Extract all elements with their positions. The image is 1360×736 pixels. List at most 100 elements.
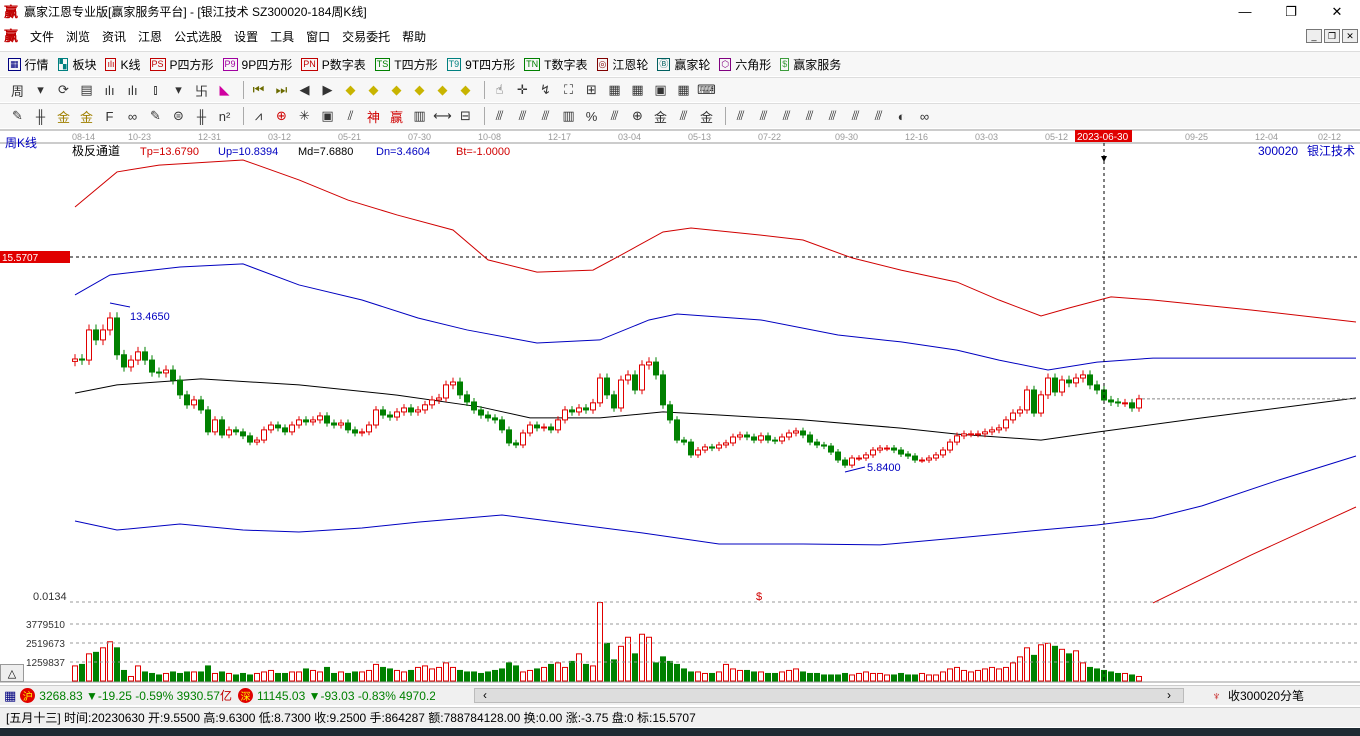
toolbar-button-11[interactable]: ⬡ 六角形 bbox=[719, 56, 771, 73]
toolbar3-icon-19[interactable]: ⊟ bbox=[456, 107, 475, 126]
toolbar-button-3[interactable]: PS P四方形 bbox=[149, 56, 214, 73]
toolbar2-icon-22[interactable]: ↯ bbox=[536, 81, 555, 100]
toolbar-button-0[interactable]: ▦ 行情 bbox=[8, 56, 49, 73]
menu-item-9[interactable]: 帮助 bbox=[396, 28, 432, 45]
toolbar3-icon-31[interactable]: ⫻ bbox=[754, 107, 773, 126]
sz-index-value[interactable]: 11145.03 ▼-93.03 -0.83% 4970.20 bbox=[257, 689, 435, 703]
toolbar3-icon-0[interactable]: ✎ bbox=[8, 107, 27, 126]
toolbar3-icon-21[interactable]: ⫻ bbox=[513, 107, 532, 126]
toolbar2-icon-7[interactable]: ▾ bbox=[169, 81, 188, 100]
toolbar3-icon-32[interactable]: ⫻ bbox=[777, 107, 796, 126]
collapse-panel-button[interactable]: △ bbox=[0, 664, 24, 682]
toolbar-button-10[interactable]: Ⓑ 赢家轮 bbox=[657, 56, 710, 73]
toolbar-button-6[interactable]: TS T四方形 bbox=[374, 56, 438, 73]
toolbar3-icon-34[interactable]: ⫻ bbox=[823, 107, 842, 126]
sh-index-value[interactable]: 3268.83 ▼-19.25 -0.59% 3930.57 bbox=[39, 689, 220, 703]
toolbar3-icon-29[interactable]: 金 bbox=[697, 107, 716, 126]
toolbar3-icon-37[interactable]: ◐ bbox=[892, 107, 911, 126]
menu-item-6[interactable]: 工具 bbox=[264, 28, 300, 45]
toolbar2-icon-12[interactable]: ◀ bbox=[295, 81, 314, 100]
toolbar3-icon-22[interactable]: ⫻ bbox=[536, 107, 555, 126]
toolbar2-icon-17[interactable]: ◆ bbox=[410, 81, 429, 100]
maximize-button[interactable]: ❐ bbox=[1268, 0, 1314, 23]
scroll-left-button[interactable]: ‹ bbox=[483, 688, 487, 702]
toolbar3-icon-30[interactable]: ⫻ bbox=[731, 107, 750, 126]
menu-item-7[interactable]: 窗口 bbox=[300, 28, 336, 45]
toolbar-button-8[interactable]: TN T数字表 bbox=[524, 56, 588, 73]
toolbar3-icon-36[interactable]: ⫻ bbox=[869, 107, 888, 126]
toolbar-button-2[interactable]: ılı K线 bbox=[105, 56, 141, 73]
toolbar3-icon-11[interactable]: ⊕ bbox=[272, 107, 291, 126]
toolbar3-icon-6[interactable]: ✎ bbox=[146, 107, 165, 126]
toolbar2-icon-25[interactable]: ▦ bbox=[605, 81, 624, 100]
toolbar3-icon-26[interactable]: ⊕ bbox=[628, 107, 647, 126]
toolbar2-icon-18[interactable]: ◆ bbox=[433, 81, 452, 100]
mdi-restore-button[interactable]: ❐ bbox=[1324, 29, 1340, 43]
toolbar3-icon-3[interactable]: 金 bbox=[77, 107, 96, 126]
toolbar2-icon-4[interactable]: ılı bbox=[100, 81, 119, 100]
toolbar3-icon-5[interactable]: ∞ bbox=[123, 107, 142, 126]
toolbar-button-9[interactable]: ◎ 江恩轮 bbox=[596, 56, 648, 73]
tick-data-label[interactable]: 收300020分笔 bbox=[1228, 687, 1304, 704]
toolbar3-icon-4[interactable]: F bbox=[100, 107, 119, 126]
toolbar2-icon-6[interactable]: ⫾ bbox=[146, 81, 165, 100]
toolbar3-icon-18[interactable]: ⟷ bbox=[433, 107, 452, 126]
toolbar3-icon-28[interactable]: ⫻ bbox=[674, 107, 693, 126]
toolbar3-icon-7[interactable]: ⊜ bbox=[169, 107, 188, 126]
toolbar-button-12[interactable]: $ 赢家服务 bbox=[780, 56, 841, 73]
toolbar3-icon-9[interactable]: n² bbox=[215, 107, 234, 126]
toolbar2-icon-11[interactable]: ⏭ bbox=[272, 81, 291, 100]
scroll-right-button[interactable]: › bbox=[1167, 688, 1171, 702]
toolbar3-icon-15[interactable]: 神 bbox=[364, 107, 383, 126]
toolbar3-icon-27[interactable]: 金 bbox=[651, 107, 670, 126]
toolbar3-icon-20[interactable]: ⫻ bbox=[490, 107, 509, 126]
toolbar2-icon-10[interactable]: ⏮ bbox=[249, 81, 268, 100]
toolbar2-icon-15[interactable]: ◆ bbox=[364, 81, 383, 100]
toolbar2-icon-8[interactable]: 卐 bbox=[192, 81, 211, 100]
mdi-close-button[interactable]: ✕ bbox=[1342, 29, 1358, 43]
menu-item-1[interactable]: 浏览 bbox=[60, 28, 96, 45]
toolbar-button-1[interactable]: ▚ 板块 bbox=[57, 56, 96, 73]
toolbar3-icon-14[interactable]: ⫽ bbox=[341, 107, 360, 126]
toolbar2-icon-0[interactable]: 周 bbox=[8, 81, 27, 100]
toolbar3-icon-8[interactable]: ╫ bbox=[192, 107, 211, 126]
grid-icon[interactable]: ▦ bbox=[4, 688, 16, 704]
toolbar2-icon-9[interactable]: ◣ bbox=[215, 81, 234, 100]
toolbar3-icon-33[interactable]: ⫻ bbox=[800, 107, 819, 126]
toolbar2-icon-3[interactable]: ▤ bbox=[77, 81, 96, 100]
toolbar3-icon-10[interactable]: ⩘ bbox=[249, 107, 268, 126]
toolbar-button-7[interactable]: T9 9T四方形 bbox=[446, 56, 515, 73]
menu-item-2[interactable]: 资讯 bbox=[96, 28, 132, 45]
toolbar2-icon-26[interactable]: ▦ bbox=[628, 81, 647, 100]
toolbar3-icon-35[interactable]: ⫻ bbox=[846, 107, 865, 126]
toolbar3-icon-13[interactable]: ▣ bbox=[318, 107, 337, 126]
toolbar3-icon-38[interactable]: ∞ bbox=[915, 107, 934, 126]
menu-item-8[interactable]: 交易委托 bbox=[336, 28, 396, 45]
toolbar3-icon-23[interactable]: ▥ bbox=[559, 107, 578, 126]
toolbar2-icon-29[interactable]: ⌨ bbox=[697, 81, 716, 100]
menu-item-0[interactable]: 文件 bbox=[24, 28, 60, 45]
toolbar2-icon-16[interactable]: ◆ bbox=[387, 81, 406, 100]
toolbar2-icon-20[interactable]: ☝ bbox=[490, 81, 509, 100]
toolbar2-icon-28[interactable]: ▦ bbox=[674, 81, 693, 100]
toolbar2-icon-24[interactable]: ⊞ bbox=[582, 81, 601, 100]
toolbar3-icon-1[interactable]: ╫ bbox=[31, 107, 50, 126]
kline-chart[interactable]: 08-14 10-23 12-31 03-12 05-21 07-30 10-08 12-17… bbox=[0, 128, 1360, 685]
toolbar2-icon-19[interactable]: ◆ bbox=[456, 81, 475, 100]
toolbar3-icon-12[interactable]: ✳ bbox=[295, 107, 314, 126]
menu-item-5[interactable]: 设置 bbox=[228, 28, 264, 45]
toolbar3-icon-24[interactable]: % bbox=[582, 107, 601, 126]
toolbar2-icon-5[interactable]: ılı bbox=[123, 81, 142, 100]
toolbar3-icon-25[interactable]: ⫻ bbox=[605, 107, 624, 126]
menu-item-4[interactable]: 公式选股 bbox=[168, 28, 228, 45]
toolbar2-icon-23[interactable]: ⛶ bbox=[559, 81, 578, 100]
toolbar2-icon-13[interactable]: ▶ bbox=[318, 81, 337, 100]
index-scrollbar[interactable]: ‹ › bbox=[474, 688, 1184, 703]
toolbar2-icon-27[interactable]: ▣ bbox=[651, 81, 670, 100]
toolbar2-icon-21[interactable]: ✛ bbox=[513, 81, 532, 100]
toolbar2-icon-2[interactable]: ⟳ bbox=[54, 81, 73, 100]
toolbar3-icon-17[interactable]: ▥ bbox=[410, 107, 429, 126]
menu-item-3[interactable]: 江恩 bbox=[132, 28, 168, 45]
minimize-button[interactable]: — bbox=[1222, 0, 1268, 23]
toolbar-button-5[interactable]: PN P数字表 bbox=[301, 56, 366, 73]
